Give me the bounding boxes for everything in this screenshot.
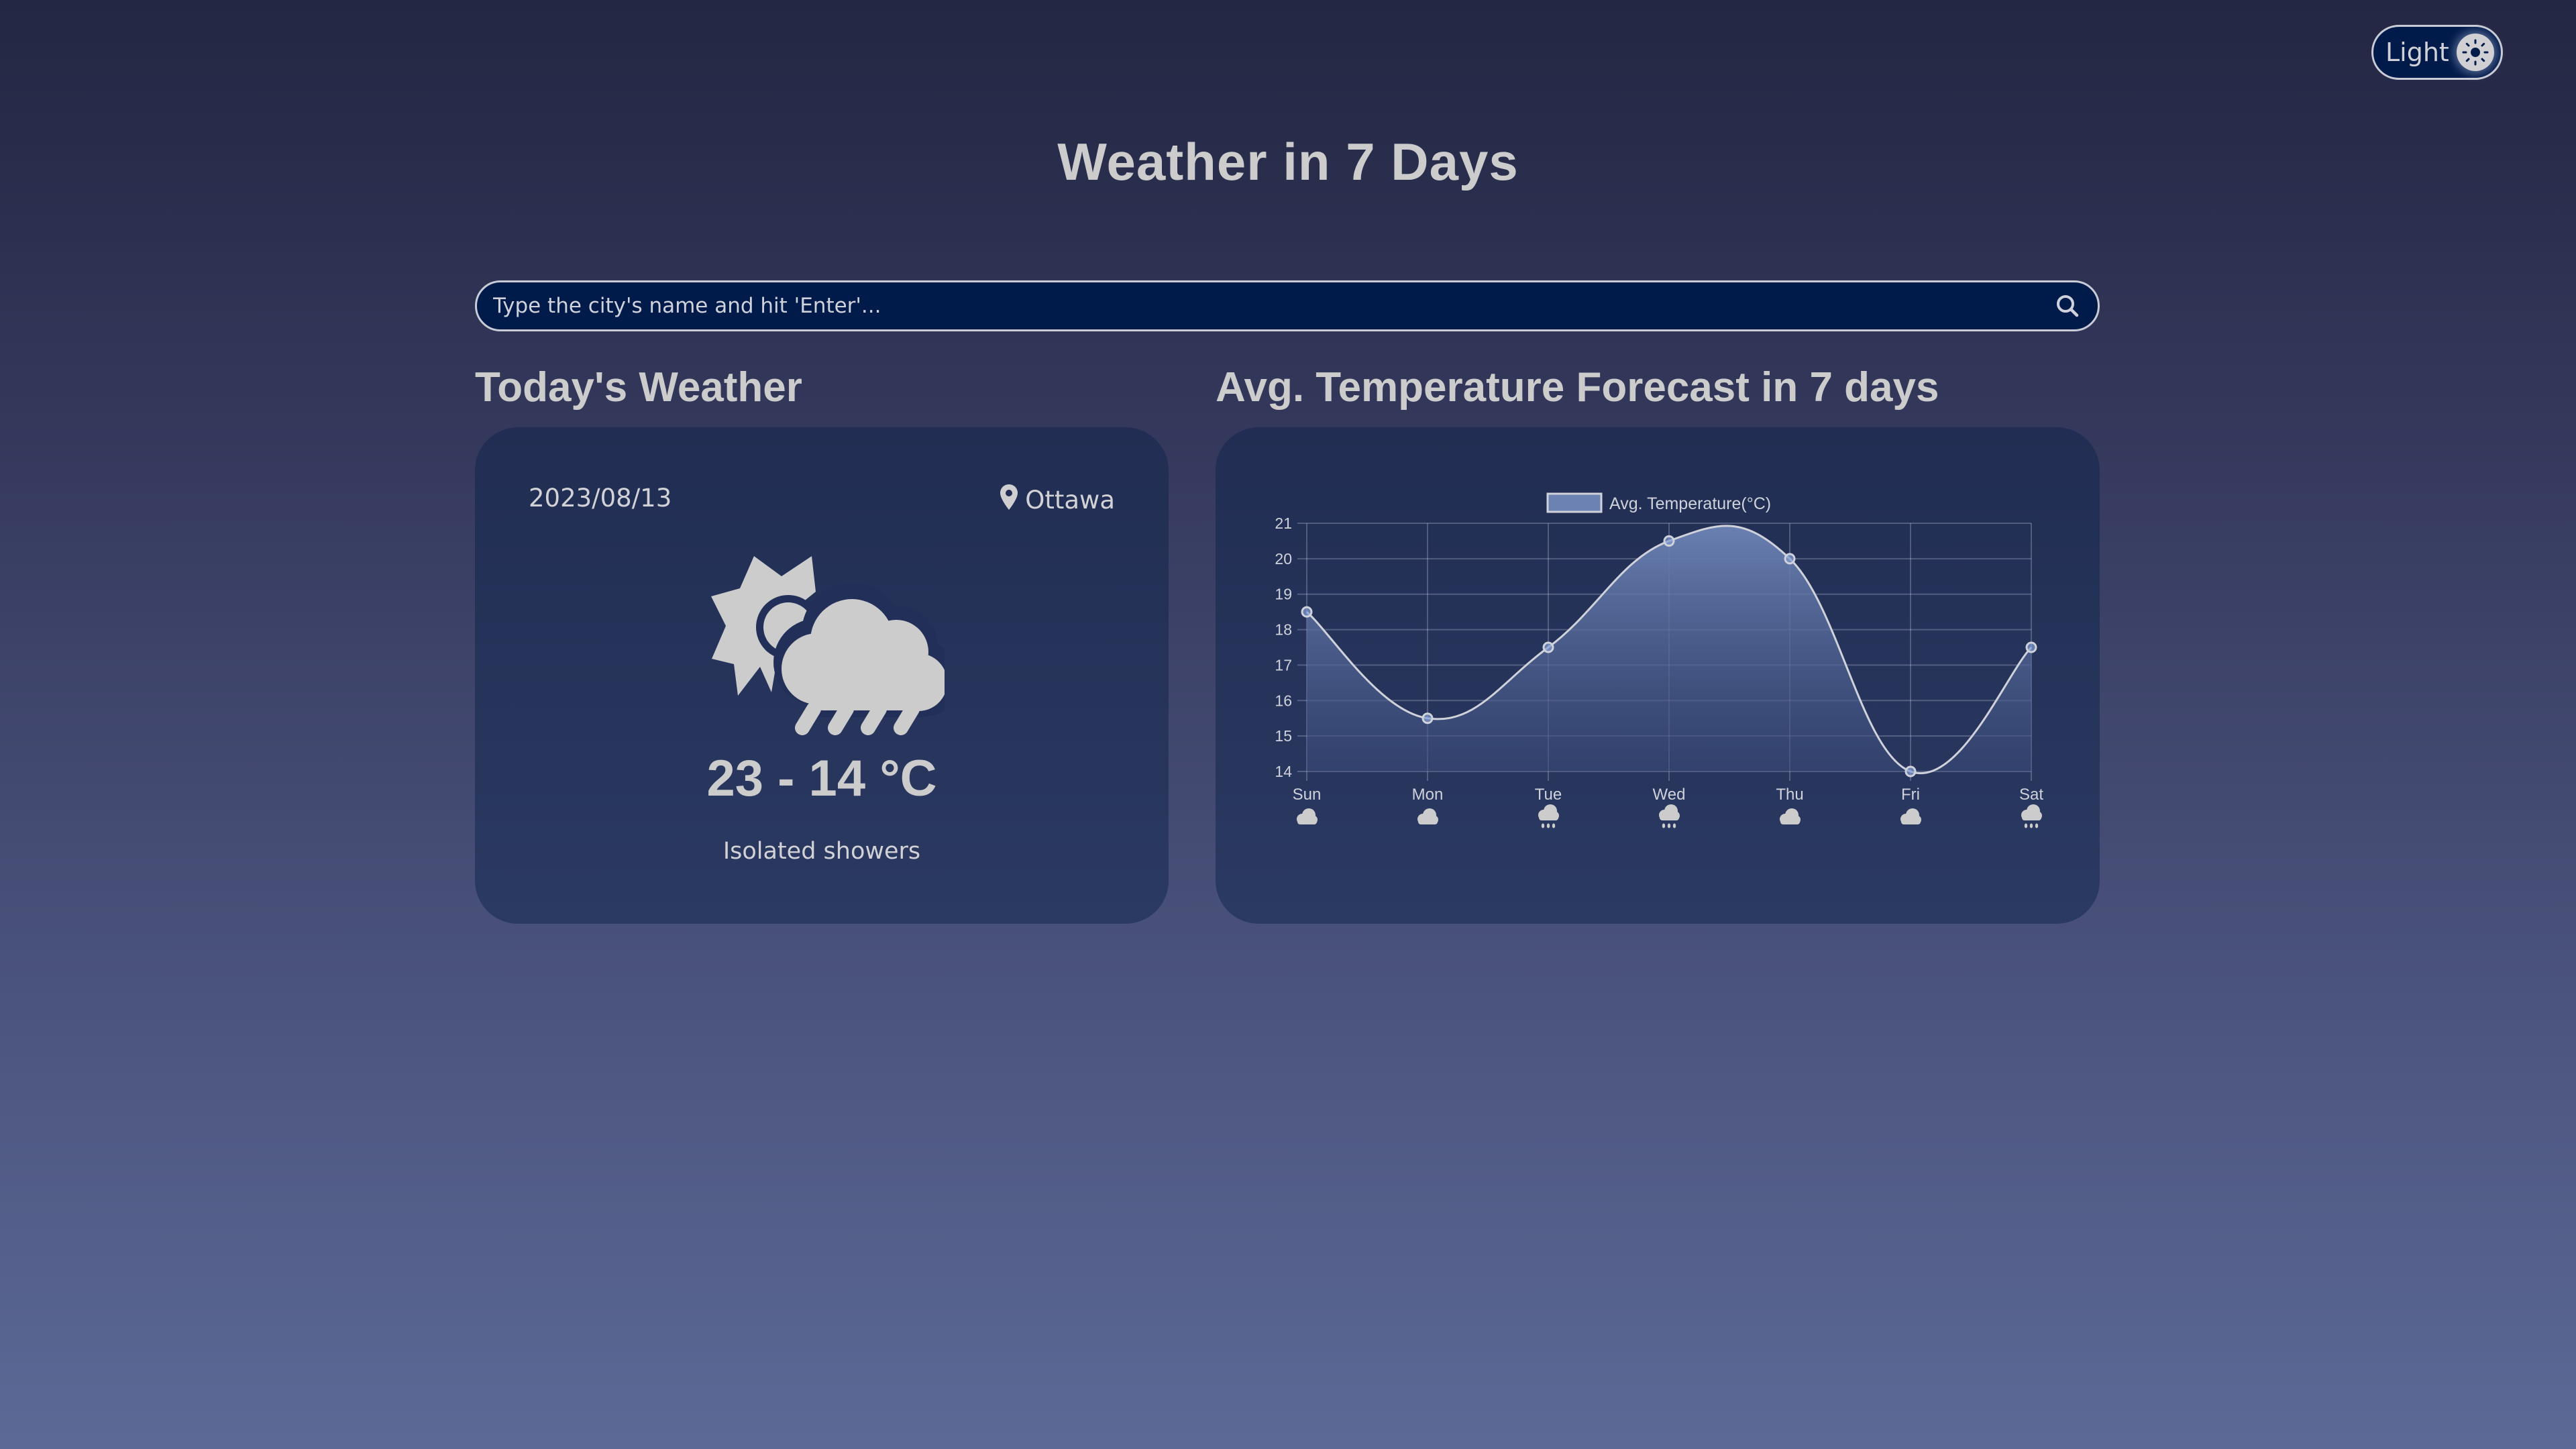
today-weather-card: 2023/08/13 Ottawa 23 - 14 °C Isolated sh…: [475, 427, 1169, 924]
x-tick-label: Fri: [1901, 786, 1920, 804]
search-bar: [475, 280, 2100, 331]
y-tick-label: 14: [1275, 763, 1292, 780]
cloud-icon: [1417, 808, 1438, 824]
search-icon[interactable]: [2037, 282, 2098, 329]
data-point[interactable]: [1904, 765, 1917, 777]
chart-legend[interactable]: Avg. Temperature(°C): [1546, 492, 1771, 513]
data-point[interactable]: [1301, 606, 1313, 618]
forecast-card: Avg. Temperature(°C) 14 15 16 17 18 19 20 21 Su…: [1216, 427, 2100, 924]
cloud-rain-icon: [1538, 804, 1559, 828]
city-search-input[interactable]: [477, 282, 2037, 329]
cloud-rain-icon: [1659, 804, 1680, 828]
page-title: Weather in 7 Days: [1057, 132, 1519, 191]
y-tick-label: 17: [1275, 656, 1292, 674]
x-tick-label: Wed: [1653, 786, 1686, 804]
map-pin-icon: [1000, 484, 1018, 517]
x-tick-label: Mon: [1412, 786, 1444, 804]
sun-cloud-rain-icon: [710, 555, 961, 736]
cloud-icon: [1297, 808, 1318, 824]
x-tick-label: Tue: [1535, 786, 1562, 804]
today-city-name: Ottawa: [1025, 486, 1115, 515]
cloud-rain-icon: [2021, 804, 2042, 828]
data-point[interactable]: [2025, 641, 2037, 653]
y-tick-label: 19: [1275, 586, 1292, 603]
data-point[interactable]: [1542, 641, 1554, 653]
cloud-icon: [1900, 808, 1921, 824]
temperature-chart: Avg. Temperature(°C) 14 15 16 17 18 19 20 21 Su…: [1275, 492, 2043, 828]
legend-swatch: [1546, 492, 1603, 513]
theme-toggle-label: Light: [2385, 38, 2449, 67]
forecast-heading: Avg. Temperature Forecast in 7 days: [1216, 364, 1939, 411]
x-tick-label: Sun: [1293, 786, 1322, 804]
y-tick-label: 20: [1275, 550, 1292, 568]
x-tick-label: Thu: [1776, 786, 1803, 804]
today-temperature: 23 - 14 °C: [706, 750, 937, 807]
today-location: Ottawa: [1000, 484, 1115, 517]
theme-toggle[interactable]: Light: [2371, 25, 2503, 80]
y-tick-label: 18: [1275, 621, 1292, 639]
y-tick-label: 15: [1275, 727, 1292, 745]
y-tick-label: 16: [1275, 692, 1292, 709]
today-heading: Today's Weather: [475, 364, 802, 411]
legend-label: Avg. Temperature(°C): [1609, 494, 1771, 513]
today-description: Isolated showers: [722, 838, 921, 865]
x-tick-label: Sat: [2019, 786, 2043, 804]
data-point[interactable]: [1663, 535, 1675, 547]
today-date: 2023/08/13: [529, 484, 672, 513]
sun-icon: [2457, 34, 2494, 71]
y-tick-label: 21: [1275, 515, 1292, 532]
data-point[interactable]: [1784, 553, 1796, 565]
data-point[interactable]: [1421, 712, 1434, 724]
cloud-icon: [1780, 808, 1801, 824]
